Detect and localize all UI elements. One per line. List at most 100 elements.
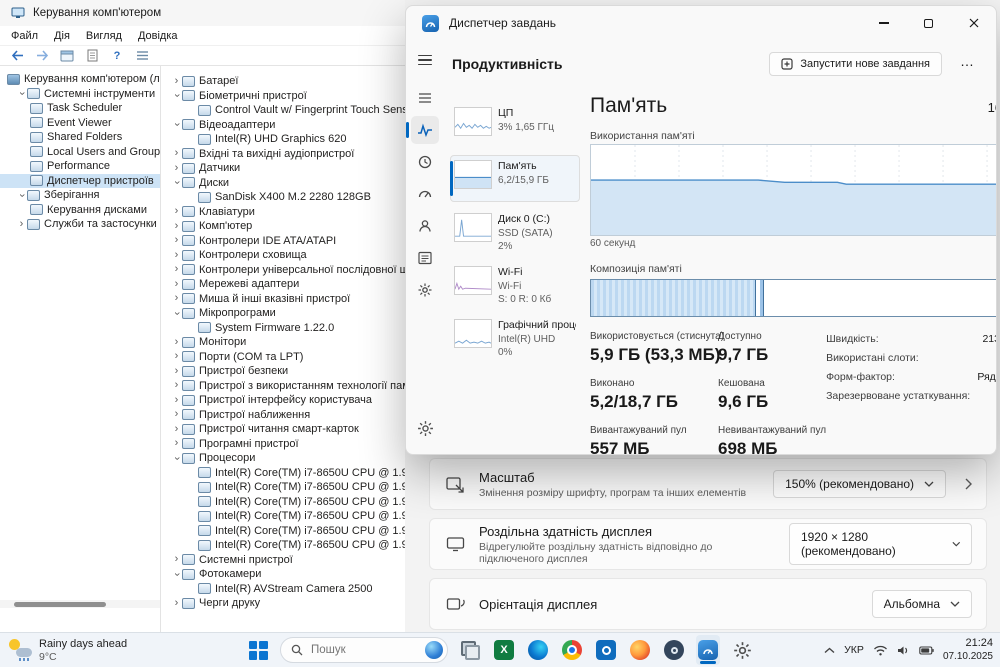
expand-arrow[interactable] bbox=[171, 250, 182, 261]
orientation-dropdown[interactable]: Альбомна bbox=[871, 590, 972, 618]
expand-arrow[interactable] bbox=[171, 90, 182, 101]
expand-arrow[interactable] bbox=[171, 119, 182, 130]
settings-row-scale[interactable]: Масштаб Змінення розміру шрифту, програм… bbox=[429, 458, 987, 510]
more-options-button[interactable]: … bbox=[952, 53, 982, 76]
start-button[interactable] bbox=[246, 635, 270, 665]
perf-item-disk[interactable]: Диск 0 (C:) SSD (SATA) 2% bbox=[450, 208, 580, 255]
nav-app-history[interactable] bbox=[411, 148, 439, 176]
horizontal-scrollbar[interactable] bbox=[0, 600, 160, 608]
tree-item-services-apps[interactable]: Служби та застосунки bbox=[0, 217, 160, 232]
tree-item-storage[interactable]: Зберігання bbox=[0, 188, 160, 203]
tree-item-shared-folders[interactable]: Shared Folders bbox=[0, 130, 160, 145]
settings-row-resolution[interactable]: Роздільна здатність дисплея Відрегулюйте… bbox=[429, 518, 987, 570]
expand-arrow[interactable] bbox=[171, 424, 182, 435]
nav-performance[interactable] bbox=[406, 116, 439, 144]
expand-arrow[interactable] bbox=[171, 395, 182, 406]
run-new-task-button[interactable]: Запустити нове завдання bbox=[769, 52, 942, 76]
list-icon[interactable] bbox=[134, 48, 150, 63]
device-label: Відеоадаптери bbox=[199, 118, 276, 131]
nav-processes[interactable] bbox=[411, 84, 439, 112]
nav-details[interactable] bbox=[411, 244, 439, 272]
expand-arrow[interactable] bbox=[171, 293, 182, 304]
expand-arrow[interactable] bbox=[171, 366, 182, 377]
chevron-right-icon[interactable] bbox=[965, 478, 972, 490]
battery-icon[interactable] bbox=[919, 645, 934, 655]
perf-item-gpu[interactable]: Графічний процесор Intel(R) UHD 0% bbox=[450, 314, 580, 361]
steam-taskbar-button[interactable] bbox=[662, 635, 686, 665]
expand-arrow[interactable] bbox=[171, 337, 182, 348]
chrome-taskbar-button[interactable] bbox=[560, 635, 584, 665]
menu-icon[interactable] bbox=[412, 48, 438, 72]
perf-item-wifi[interactable]: Wi-Fi Wi-Fi S: 0 R: 0 Кб bbox=[450, 261, 580, 308]
expand-arrow[interactable] bbox=[171, 264, 182, 275]
tree-item-computer-management-root[interactable]: Керування комп'ютером (лок bbox=[0, 72, 160, 87]
expand-arrow[interactable] bbox=[16, 190, 27, 201]
menu-view[interactable]: Вигляд bbox=[78, 28, 130, 44]
expand-arrow[interactable] bbox=[171, 438, 182, 449]
tm-titlebar[interactable]: Диспетчер завдань bbox=[406, 6, 996, 40]
help-icon[interactable]: ? bbox=[109, 48, 125, 63]
scrollbar-thumb[interactable] bbox=[14, 601, 106, 607]
weather-widget[interactable]: Rainy days ahead 9°C bbox=[8, 633, 127, 667]
tm-settings-button[interactable] bbox=[411, 414, 439, 442]
taskbar-clock[interactable]: 21:24 07.10.2025 bbox=[943, 637, 993, 663]
nav-users[interactable] bbox=[411, 212, 439, 240]
memory-composition-bar[interactable] bbox=[590, 279, 996, 317]
wifi-icon[interactable] bbox=[873, 645, 888, 656]
firefox-taskbar-button[interactable] bbox=[628, 635, 652, 665]
maximize-button[interactable] bbox=[906, 6, 951, 40]
expand-arrow[interactable] bbox=[171, 76, 182, 87]
expand-arrow[interactable] bbox=[171, 163, 182, 174]
expand-arrow[interactable] bbox=[171, 235, 182, 246]
expand-arrow[interactable] bbox=[171, 279, 182, 290]
resolution-dropdown[interactable]: 1920 × 1280 (рекомендовано) bbox=[788, 523, 972, 565]
expand-arrow[interactable] bbox=[171, 177, 182, 188]
volume-icon[interactable] bbox=[897, 645, 910, 656]
hidden-icons-button[interactable] bbox=[824, 647, 835, 654]
console-window-icon[interactable] bbox=[59, 48, 75, 63]
back-arrow-icon[interactable] bbox=[9, 48, 25, 63]
outlook-taskbar-button[interactable] bbox=[594, 635, 618, 665]
expand-arrow[interactable] bbox=[171, 554, 182, 565]
expand-arrow[interactable] bbox=[171, 221, 182, 232]
excel-taskbar-button[interactable] bbox=[492, 635, 516, 665]
tree-item-device-manager[interactable]: Диспетчер пристроїв bbox=[0, 173, 160, 188]
expand-arrow[interactable] bbox=[171, 598, 182, 609]
menu-action[interactable]: Дія bbox=[46, 28, 78, 44]
close-button[interactable] bbox=[951, 6, 996, 40]
expand-arrow[interactable] bbox=[171, 206, 182, 217]
nav-services[interactable] bbox=[411, 276, 439, 304]
scale-dropdown[interactable]: 150% (рекомендовано) bbox=[773, 470, 946, 498]
search-input[interactable] bbox=[311, 644, 417, 656]
task-view-button[interactable] bbox=[458, 635, 482, 665]
menu-help[interactable]: Довідка bbox=[130, 28, 186, 44]
menu-file[interactable]: Файл bbox=[3, 28, 46, 44]
tree-item-disk-management[interactable]: Керування дисками bbox=[0, 203, 160, 218]
tree-item-event-viewer[interactable]: Event Viewer bbox=[0, 116, 160, 131]
settings-row-orientation[interactable]: Орієнтація дисплея Альбомна bbox=[429, 578, 987, 630]
document-icon[interactable] bbox=[84, 48, 100, 63]
edge-taskbar-button[interactable] bbox=[526, 635, 550, 665]
perf-item-memory[interactable]: Пам'ять 6,2/15,9 ГБ bbox=[450, 155, 580, 202]
settings-taskbar-button[interactable] bbox=[730, 635, 754, 665]
forward-arrow-icon[interactable] bbox=[34, 48, 50, 63]
expand-arrow[interactable] bbox=[171, 453, 182, 464]
expand-arrow[interactable] bbox=[16, 88, 27, 99]
minimize-button[interactable] bbox=[861, 6, 906, 40]
expand-arrow[interactable] bbox=[16, 219, 27, 230]
language-indicator[interactable]: УКР bbox=[844, 644, 864, 656]
tree-item-local-users-groups[interactable]: Local Users and Groups bbox=[0, 145, 160, 160]
perf-item-cpu[interactable]: ЦП 3% 1,65 ГГц bbox=[450, 102, 580, 149]
expand-arrow[interactable] bbox=[171, 380, 182, 391]
expand-arrow[interactable] bbox=[171, 409, 182, 420]
nav-startup-apps[interactable] bbox=[411, 180, 439, 208]
expand-arrow[interactable] bbox=[171, 569, 182, 580]
tree-item-system-tools[interactable]: Системні інструменти bbox=[0, 87, 160, 102]
taskbar-search[interactable] bbox=[280, 637, 448, 663]
task-manager-taskbar-button[interactable] bbox=[696, 635, 720, 665]
expand-arrow[interactable] bbox=[171, 308, 182, 319]
expand-arrow[interactable] bbox=[171, 351, 182, 362]
expand-arrow[interactable] bbox=[171, 148, 182, 159]
tree-item-task-scheduler[interactable]: Task Scheduler bbox=[0, 101, 160, 116]
tree-item-performance[interactable]: Performance bbox=[0, 159, 160, 174]
